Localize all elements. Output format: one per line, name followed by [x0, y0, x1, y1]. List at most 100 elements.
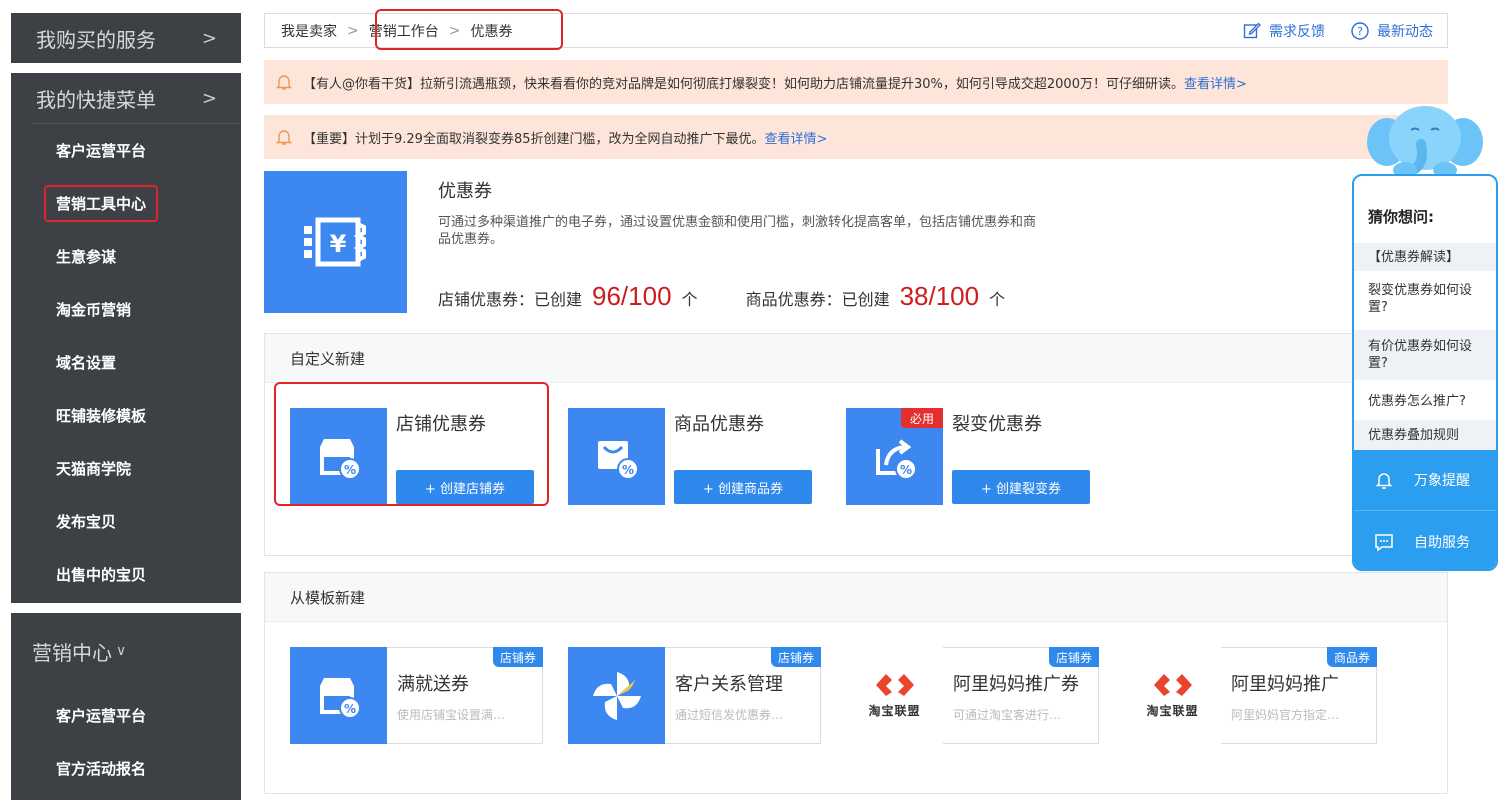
help-question[interactable]: 【优惠券解读】: [1354, 243, 1496, 271]
create-fission-coupon-button[interactable]: + 创建裂变券: [952, 470, 1090, 504]
help-question[interactable]: 有价优惠券如何设置?: [1354, 330, 1496, 380]
news-link[interactable]: 最新动态: [1377, 21, 1433, 41]
bell-icon: [275, 128, 293, 146]
item-coupon-unit: 个: [989, 290, 1006, 309]
template-title: 阿里妈妈推广券: [953, 674, 1079, 695]
template-create-title: 从模板新建: [265, 573, 1447, 622]
taobao-union-icon: [875, 674, 914, 696]
sidebar-marketing-center-header[interactable]: 营销中心 ∨: [11, 613, 241, 689]
coupon-hero-icon: ¥: [264, 171, 407, 313]
help-widget: 猜你想问: 【优惠券解读】 裂变优惠券如何设置? 有价优惠券如何设置? 优惠券怎…: [1352, 174, 1498, 571]
breadcrumb-seller[interactable]: 我是卖家: [281, 21, 337, 41]
template-title: 客户关系管理: [675, 674, 783, 695]
feedback-link[interactable]: 需求反馈: [1269, 21, 1325, 41]
sidebar-quick-menu-header[interactable]: 我的快捷菜单 >: [11, 73, 241, 123]
page-title: 优惠券: [438, 181, 492, 202]
chevron-right-icon: >: [201, 27, 217, 49]
taobao-union-text: 淘宝联盟: [1146, 704, 1199, 718]
template-tag: 商品券: [1326, 647, 1377, 667]
must-use-badge: 必用: [901, 408, 943, 428]
svg-text:?: ?: [1357, 25, 1363, 38]
sidebar-item-taojinbi[interactable]: 淘金币营销: [11, 283, 241, 336]
template-desc: 可通过淘宝客进行…: [953, 708, 1062, 722]
breadcrumb-highlight-box: [375, 9, 563, 50]
sidebar-item-business-advisor[interactable]: 生意参谋: [11, 230, 241, 283]
chevron-down-icon: ∨: [116, 643, 127, 659]
notice-banner-1: 【有人@你看干货】拉新引流遇瓶颈，快来看看你的竞对品牌是如何彻底打爆裂变！如何助…: [264, 60, 1448, 104]
self-service-button[interactable]: 自助服务: [1354, 511, 1496, 569]
chat-icon: [1374, 532, 1394, 552]
chevron-right-icon: >: [201, 87, 217, 109]
template-desc: 通过短信发优惠券…: [675, 708, 784, 722]
shop-coupon-count: 96/100: [592, 281, 672, 311]
template-tag: 店铺券: [1048, 647, 1099, 667]
bell-icon: [275, 73, 293, 91]
coupon-stats: 店铺优惠券：已创建 96/100 个 商品优惠券：已创建 38/100 个: [438, 281, 1005, 312]
fission-coupon-card: % 必用 裂变优惠券 + 创建裂变券: [846, 408, 1091, 505]
custom-create-section: 自定义新建 % 店铺优惠券 + 创建店铺券 % 商品优惠券 + 创建商品券 % …: [264, 333, 1448, 556]
shop-coupon-unit: 个: [681, 290, 698, 309]
sidebar-marketing-center: 营销中心 ∨ 客户运营平台 官方活动报名: [11, 613, 241, 800]
svg-text:%: %: [621, 463, 633, 477]
shop-coupon-highlight-box: [274, 382, 549, 506]
item-coupon-count: 38/100: [899, 281, 980, 311]
template-desc: 阿里妈妈官方指定…: [1231, 708, 1340, 722]
template-card-alimama-coupon[interactable]: 淘宝联盟 店铺券 阿里妈妈推广券 可通过淘宝客进行…: [846, 647, 1099, 744]
taobao-union-text: 淘宝联盟: [868, 704, 921, 718]
reminder-button[interactable]: 万象提醒: [1354, 450, 1496, 511]
item-coupon-card: % 商品优惠券 + 创建商品券: [568, 408, 813, 505]
sidebar-item-tmall-academy[interactable]: 天猫商学院: [11, 442, 241, 495]
template-tag: 店铺券: [492, 647, 543, 667]
elephant-mascot-icon[interactable]: [1365, 100, 1485, 182]
sidebar-marketing-center-title: 营销中心: [32, 640, 112, 665]
template-title: 满就送券: [397, 674, 469, 695]
item-coupon-label: 商品优惠券：已创建: [745, 290, 890, 309]
breadcrumb-bar: 我是卖家 > 营销工作台 > 优惠券 需求反馈 ? 最新动态: [264, 9, 1448, 50]
coupon-description: 可通过多种渠道推广的电子券，通过设置优惠金额和使用门槛，刺激转化提高客单，包括店…: [438, 215, 1037, 247]
template-card-alimama-promo[interactable]: 淘宝联盟 商品券 阿里妈妈推广 阿里妈妈官方指定…: [1124, 647, 1377, 744]
create-item-coupon-button[interactable]: + 创建商品券: [674, 470, 812, 504]
shop-coupon-label: 店铺优惠券：已创建: [438, 290, 583, 309]
taobao-union-icon: [1153, 674, 1192, 696]
notice-text-1: 【有人@你看干货】拉新引流遇瓶颈，快来看看你的竞对品牌是如何彻底打爆裂变！如何助…: [303, 76, 1184, 92]
pinwheel-icon: [568, 647, 665, 744]
template-desc: 使用店铺宝设置满…: [397, 708, 506, 722]
edit-icon: [1243, 22, 1261, 40]
notice-link-2[interactable]: 查看详情>: [765, 128, 828, 147]
sidebar-item-items-on-sale[interactable]: 出售中的宝贝: [11, 548, 241, 601]
shop-coupon-icon: %: [290, 647, 387, 744]
svg-text:%: %: [343, 702, 355, 716]
notice-text-2: 【重要】计划于9.29全面取消裂变券85折创建门槛，改为全网自动推广下最优。: [303, 131, 765, 147]
help-question[interactable]: 裂变优惠券如何设置?: [1354, 273, 1496, 325]
notice-link-1[interactable]: 查看详情>: [1184, 73, 1247, 92]
help-question[interactable]: 优惠券怎么推广?: [1354, 384, 1496, 418]
help-widget-title: 猜你想问:: [1368, 208, 1434, 226]
taobao-union-logo: 淘宝联盟: [1124, 647, 1221, 744]
breadcrumb-separator: >: [347, 22, 359, 39]
item-coupon-title: 商品优惠券: [674, 414, 764, 435]
self-service-label: 自助服务: [1414, 534, 1470, 551]
template-card-full-gift[interactable]: % 店铺券 满就送券 使用店铺宝设置满…: [290, 647, 543, 744]
reminder-label: 万象提醒: [1414, 473, 1470, 489]
template-tag: 店铺券: [770, 647, 821, 667]
sidebar-purchased-services[interactable]: 我购买的服务 >: [11, 13, 241, 63]
svg-text:¥: ¥: [329, 230, 346, 258]
notice-banner-2: 【重要】计划于9.29全面取消裂变券85折创建门槛，改为全网自动推广下最优。 查…: [264, 115, 1448, 159]
sidebar-item-official-events[interactable]: 官方活动报名: [11, 742, 241, 795]
template-card-crm[interactable]: 店铺券 客户关系管理 通过短信发优惠券…: [568, 647, 821, 744]
sidebar-item-domain[interactable]: 域名设置: [11, 336, 241, 389]
sidebar-quick-menu-title: 我的快捷菜单: [36, 87, 156, 112]
sidebar-item-publish-item[interactable]: 发布宝贝: [11, 495, 241, 548]
taobao-union-logo: 淘宝联盟: [846, 647, 943, 744]
sidebar-item-shop-templates[interactable]: 旺铺装修模板: [11, 389, 241, 442]
sidebar-item-customer-ops[interactable]: 客户运营平台: [11, 124, 241, 177]
help-question[interactable]: 优惠券叠加规则: [1354, 420, 1496, 450]
sidebar-item-marketing-tools[interactable]: 营销工具中心: [11, 177, 241, 230]
sidebar-item-customer-ops-2[interactable]: 客户运营平台: [11, 689, 241, 742]
help-circle-icon: ?: [1351, 21, 1369, 40]
svg-text:%: %: [899, 463, 911, 477]
sidebar-quick-menu: 我的快捷菜单 > 客户运营平台 营销工具中心 生意参谋 淘金币营销 域名设置 旺…: [11, 73, 241, 603]
sidebar-purchased-title: 我购买的服务: [36, 27, 156, 52]
yen-ticket-icon: ¥: [303, 217, 366, 267]
item-coupon-icon: %: [568, 408, 665, 505]
